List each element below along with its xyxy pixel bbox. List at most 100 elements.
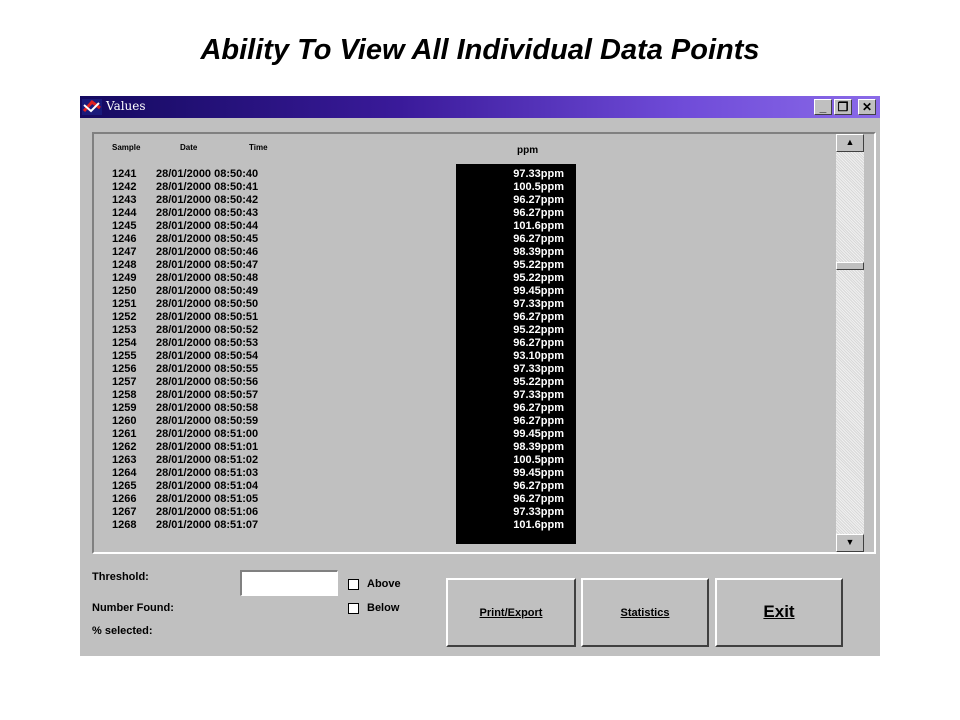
row-value: 96.27ppm <box>513 415 564 427</box>
row-sample: 1252 <box>112 311 137 323</box>
row-datetime: 28/01/2000 08:50:43 <box>156 207 259 219</box>
table-row[interactable]: 1244 28/01/2000 08:50:43 96.27ppm <box>94 207 854 220</box>
print-export-label: Print/Export <box>479 607 543 619</box>
row-sample: 1265 <box>112 480 137 492</box>
row-sample: 1257 <box>112 376 137 388</box>
table-row[interactable]: 1263 28/01/2000 08:51:02 100.5ppm <box>94 454 854 467</box>
table-row[interactable]: 1254 28/01/2000 08:50:53 96.27ppm <box>94 337 854 350</box>
row-sample: 1266 <box>112 493 137 505</box>
table-row[interactable]: 1259 28/01/2000 08:50:58 96.27ppm <box>94 402 854 415</box>
row-value: 97.33ppm <box>513 298 564 310</box>
values-list-panel: Sample Date Time ppm 1241 28/01/2000 08:5… <box>92 132 876 554</box>
row-datetime: 28/01/2000 08:50:49 <box>156 285 259 297</box>
row-value: 96.27ppm <box>513 337 564 349</box>
row-sample: 1244 <box>112 207 137 219</box>
row-datetime: 28/01/2000 08:50:46 <box>156 246 259 258</box>
row-datetime: 28/01/2000 08:50:44 <box>156 220 259 232</box>
table-row[interactable]: 1248 28/01/2000 08:50:47 95.22ppm <box>94 259 854 272</box>
row-value: 98.39ppm <box>513 246 564 258</box>
row-value: 99.45ppm <box>513 467 564 479</box>
threshold-label: Threshold: <box>92 571 149 583</box>
row-datetime: 28/01/2000 08:51:03 <box>156 467 259 479</box>
row-datetime: 28/01/2000 08:50:54 <box>156 350 259 362</box>
exit-button[interactable]: Exit <box>715 578 843 647</box>
table-row[interactable]: 1257 28/01/2000 08:50:56 95.22ppm <box>94 376 854 389</box>
slide-title: Ability To View All Individual Data Poin… <box>200 34 760 66</box>
row-value: 100.5ppm <box>513 454 564 466</box>
table-row[interactable]: 1268 28/01/2000 08:51:07 101.6ppm <box>94 519 854 532</box>
table-row[interactable]: 1267 28/01/2000 08:51:06 97.33ppm <box>94 506 854 519</box>
below-checkbox[interactable] <box>348 603 359 614</box>
table-row[interactable]: 1256 28/01/2000 08:50:55 97.33ppm <box>94 363 854 376</box>
row-datetime: 28/01/2000 08:50:45 <box>156 233 259 245</box>
table-row[interactable]: 1242 28/01/2000 08:50:41 100.5ppm <box>94 181 854 194</box>
row-sample: 1262 <box>112 441 137 453</box>
row-value: 96.27ppm <box>513 480 564 492</box>
close-button[interactable]: ✕ <box>858 99 876 115</box>
row-datetime: 28/01/2000 08:51:00 <box>156 428 259 440</box>
table-row[interactable]: 1241 28/01/2000 08:50:40 97.33ppm <box>94 168 854 181</box>
table-row[interactable]: 1258 28/01/2000 08:50:57 97.33ppm <box>94 389 854 402</box>
row-value: 93.10ppm <box>513 350 564 362</box>
row-value: 99.45ppm <box>513 285 564 297</box>
table-row[interactable]: 1246 28/01/2000 08:50:45 96.27ppm <box>94 233 854 246</box>
number-found-label: Number Found: <box>92 602 174 614</box>
minimize-button[interactable]: _ <box>814 99 832 115</box>
row-datetime: 28/01/2000 08:50:58 <box>156 402 259 414</box>
vertical-scrollbar[interactable]: ▲ ▼ <box>836 134 864 552</box>
table-row[interactable]: 1255 28/01/2000 08:50:54 93.10ppm <box>94 350 854 363</box>
table-row[interactable]: 1253 28/01/2000 08:50:52 95.22ppm <box>94 324 854 337</box>
table-row[interactable]: 1262 28/01/2000 08:51:01 98.39ppm <box>94 441 854 454</box>
row-sample: 1242 <box>112 181 137 193</box>
print-export-button[interactable]: Print/Export <box>446 578 576 647</box>
table-row[interactable]: 1245 28/01/2000 08:50:44 101.6ppm <box>94 220 854 233</box>
row-sample: 1264 <box>112 467 137 479</box>
row-sample: 1256 <box>112 363 137 375</box>
header-ppm: ppm <box>517 145 539 156</box>
row-datetime: 28/01/2000 08:50:40 <box>156 168 259 180</box>
scroll-thumb[interactable] <box>836 262 864 270</box>
window-titlebar[interactable]: Values _ ❐ ✕ <box>80 96 880 118</box>
table-row[interactable]: 1249 28/01/2000 08:50:48 95.22ppm <box>94 272 854 285</box>
header-time: Time <box>249 143 268 152</box>
row-sample: 1258 <box>112 389 137 401</box>
above-checkbox[interactable] <box>348 579 359 590</box>
table-row[interactable]: 1265 28/01/2000 08:51:04 96.27ppm <box>94 480 854 493</box>
row-value: 95.22ppm <box>513 376 564 388</box>
table-row[interactable]: 1264 28/01/2000 08:51:03 99.45ppm <box>94 467 854 480</box>
table-row[interactable]: 1247 28/01/2000 08:50:46 98.39ppm <box>94 246 854 259</box>
app-flag-icon <box>82 99 102 115</box>
table-row[interactable]: 1266 28/01/2000 08:51:05 96.27ppm <box>94 493 854 506</box>
row-value: 96.27ppm <box>513 311 564 323</box>
row-sample: 1263 <box>112 454 137 466</box>
row-sample: 1267 <box>112 506 137 518</box>
row-value: 97.33ppm <box>513 506 564 518</box>
table-row[interactable]: 1252 28/01/2000 08:50:51 96.27ppm <box>94 311 854 324</box>
row-sample: 1260 <box>112 415 137 427</box>
row-value: 98.39ppm <box>513 441 564 453</box>
row-datetime: 28/01/2000 08:51:01 <box>156 441 259 453</box>
scroll-down-icon[interactable]: ▼ <box>836 534 864 552</box>
window-title: Values <box>106 99 146 113</box>
statistics-button[interactable]: Statistics <box>581 578 709 647</box>
row-value: 101.6ppm <box>513 519 564 531</box>
row-datetime: 28/01/2000 08:50:59 <box>156 415 259 427</box>
table-row[interactable]: 1250 28/01/2000 08:50:49 99.45ppm <box>94 285 854 298</box>
values-window: Values _ ❐ ✕ Sample Date Time ppm 1241 28… <box>80 96 880 656</box>
below-label[interactable]: Below <box>367 602 399 614</box>
row-sample: 1261 <box>112 428 137 440</box>
row-sample: 1255 <box>112 350 137 362</box>
row-datetime: 28/01/2000 08:50:52 <box>156 324 259 336</box>
exit-label: Exit <box>763 602 795 621</box>
row-sample: 1268 <box>112 519 137 531</box>
above-label[interactable]: Above <box>367 578 401 590</box>
table-row[interactable]: 1251 28/01/2000 08:50:50 97.33ppm <box>94 298 854 311</box>
table-row[interactable]: 1261 28/01/2000 08:51:00 99.45ppm <box>94 428 854 441</box>
row-sample: 1245 <box>112 220 137 232</box>
restore-button[interactable]: ❐ <box>834 99 852 115</box>
table-row[interactable]: 1243 28/01/2000 08:50:42 96.27ppm <box>94 194 854 207</box>
scroll-up-icon[interactable]: ▲ <box>836 134 864 152</box>
table-row[interactable]: 1260 28/01/2000 08:50:59 96.27ppm <box>94 415 854 428</box>
row-sample: 1250 <box>112 285 137 297</box>
threshold-input[interactable] <box>240 570 338 596</box>
